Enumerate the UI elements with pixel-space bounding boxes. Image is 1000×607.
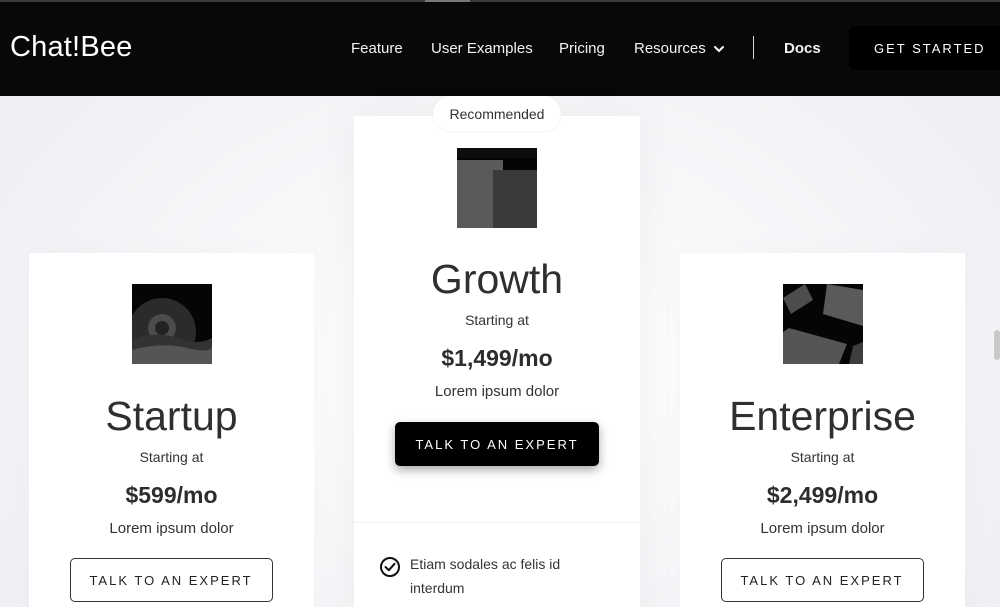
plan-card-growth: Growth Starting at $1,499/mo Lorem ipsum… — [354, 116, 640, 607]
chevron-down-icon — [713, 45, 724, 52]
nav-link-pricing[interactable]: Pricing — [559, 40, 605, 57]
plan-starting-label: Starting at — [465, 312, 529, 328]
plan-description: Lorem ipsum dolor — [109, 520, 234, 537]
landscape-icon — [131, 284, 212, 364]
pricing-page: Chat!Bee Feature User Examples Pricing R… — [0, 0, 1000, 607]
logo[interactable]: Chat!Bee — [10, 31, 133, 64]
nav-link-docs[interactable]: Docs — [784, 40, 821, 57]
top-border-highlight — [425, 0, 470, 2]
plan-starting-label: Starting at — [139, 449, 204, 465]
top-border — [0, 0, 1000, 2]
card-divider — [354, 522, 640, 523]
scrollbar-thumb[interactable] — [994, 330, 1000, 360]
plan-name: Growth — [430, 256, 564, 302]
plan-card-startup: Startup Starting at $599/mo Lorem ipsum … — [29, 253, 314, 607]
talk-to-expert-button[interactable]: TALK TO AN EXPERT — [720, 558, 924, 602]
nav-resources-dropdown[interactable]: Resources — [634, 40, 726, 57]
plan-starting-label: Starting at — [790, 449, 855, 465]
get-started-button[interactable]: GET STARTED — [849, 26, 1000, 70]
plan-price: $599/mo — [125, 482, 218, 508]
nav-divider — [753, 36, 754, 59]
plan-price: $1,499/mo — [441, 345, 553, 371]
recommended-badge: Recommended — [433, 96, 561, 131]
plan-price: $2,499/mo — [766, 482, 879, 508]
top-navbar: Chat!Bee Feature User Examples Pricing R… — [0, 0, 1000, 96]
plan-card-enterprise: Enterprise Starting at $2,499/mo Lorem i… — [680, 253, 965, 607]
plan-description: Lorem ipsum dolor — [760, 520, 885, 537]
talk-to-expert-button[interactable]: TALK TO AN EXPERT — [395, 422, 599, 466]
buildings-icon — [457, 148, 537, 228]
feature-text: Etiam sodales ac felis id interdum — [410, 556, 561, 596]
plan-name: Startup — [105, 393, 238, 439]
feature-item: Etiam sodales ac felis id interdum — [379, 556, 590, 600]
plan-description: Lorem ipsum dolor — [434, 383, 560, 400]
nav-resources-label: Resources — [634, 40, 706, 57]
check-circle-icon — [380, 557, 400, 577]
nav-link-feature[interactable]: Feature — [351, 40, 403, 57]
nav-link-user-examples[interactable]: User Examples — [431, 40, 533, 57]
talk-to-expert-button[interactable]: TALK TO AN EXPERT — [69, 558, 273, 602]
blocks-icon — [782, 284, 863, 364]
plan-name: Enterprise — [729, 393, 916, 439]
